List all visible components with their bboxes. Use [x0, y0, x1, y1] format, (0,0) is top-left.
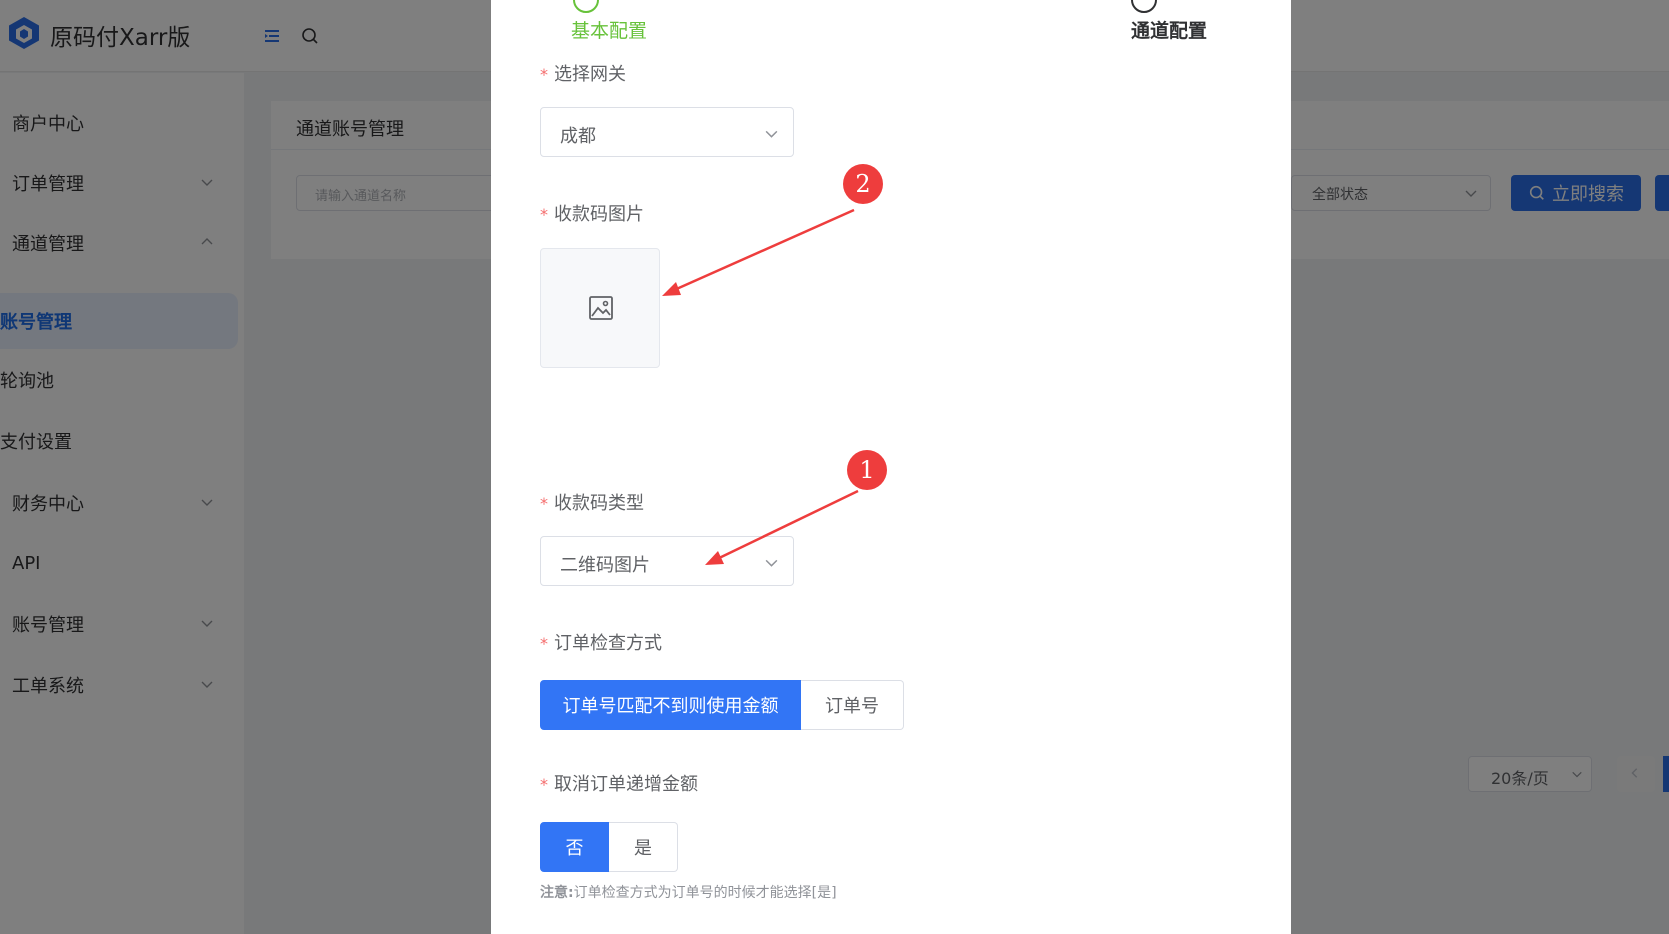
annotation-arrow-1 [705, 489, 859, 565]
annotation-arrows [662, 208, 859, 565]
annotation-badge-1: 1 [847, 450, 887, 490]
annotation-badge-2: 2 [843, 164, 883, 204]
annotation-arrow-2 [662, 208, 855, 296]
